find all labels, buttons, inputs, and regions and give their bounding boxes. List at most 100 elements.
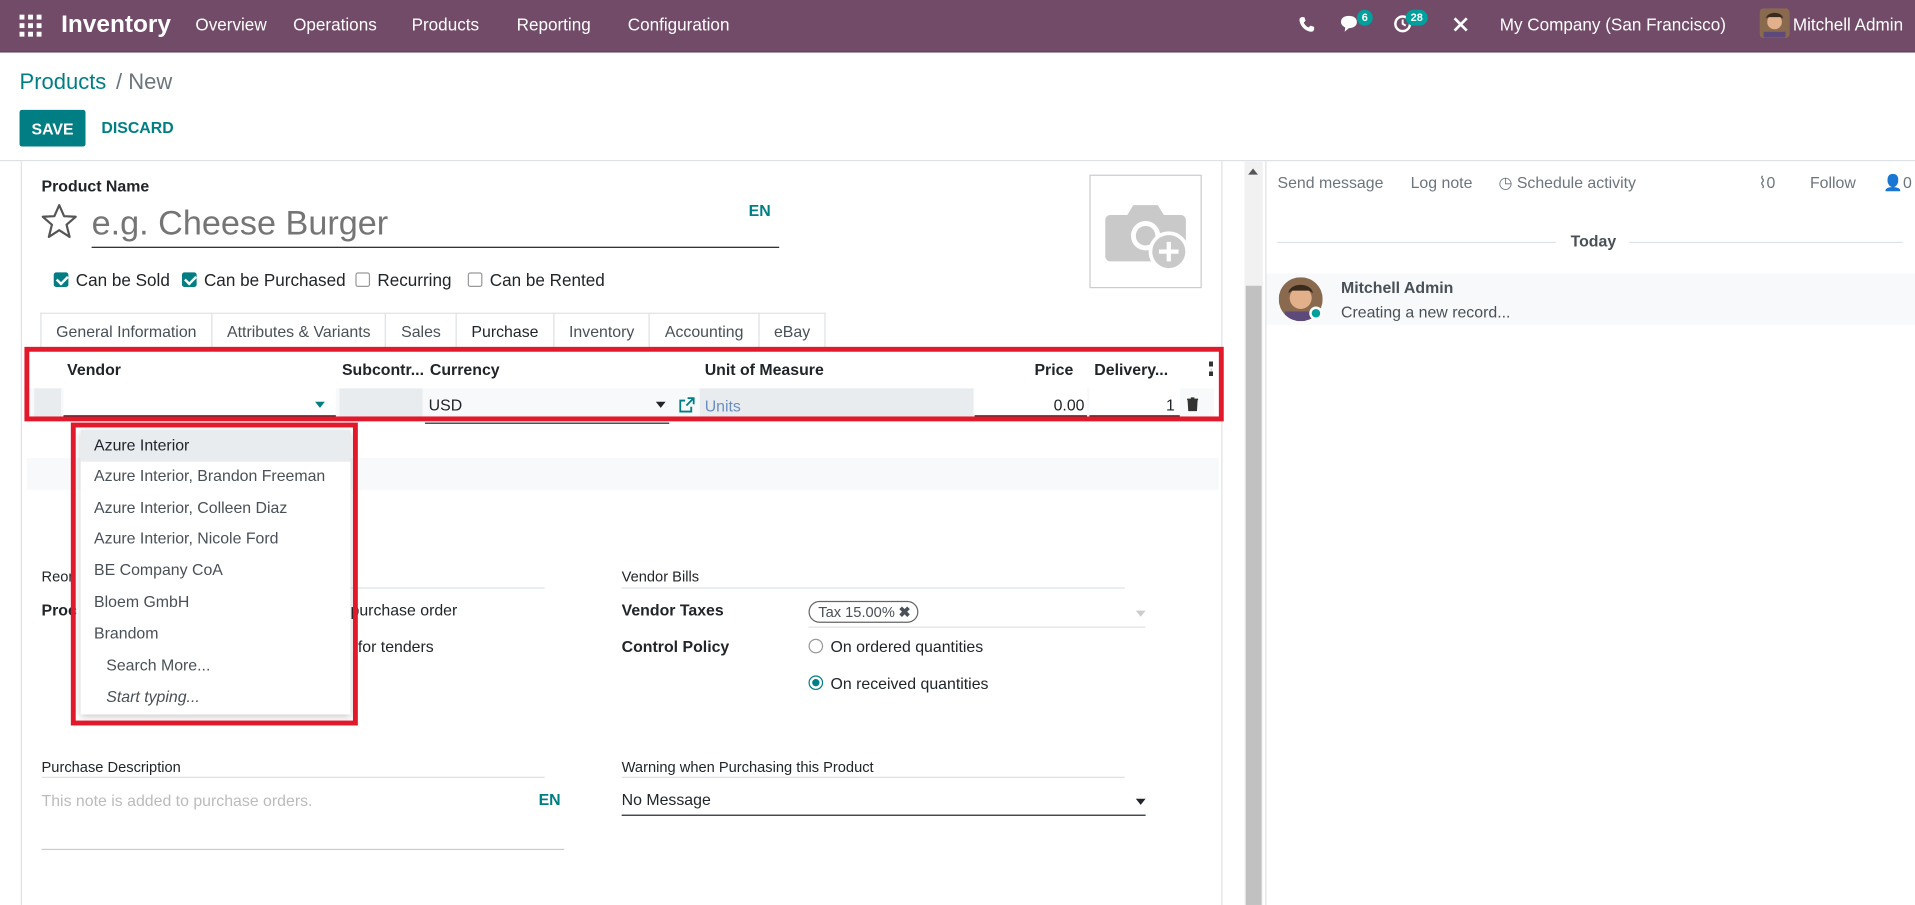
purchase-description-separator [41, 776, 545, 778]
purchase-warning-value: No Message [621, 790, 711, 809]
reordering-separator [349, 587, 545, 589]
tab-inventory[interactable]: Inventory [553, 312, 651, 349]
user-avatar[interactable] [1759, 8, 1790, 38]
tab-sales[interactable]: Sales [385, 312, 457, 349]
control-policy-ordered[interactable]: On ordered quantities [808, 637, 984, 656]
user-name[interactable]: Mitchell Admin [1793, 15, 1903, 35]
favorite-star-icon[interactable] [40, 203, 78, 240]
form-scrollbar[interactable] [1244, 161, 1263, 905]
scroll-thumb[interactable] [1245, 285, 1262, 905]
checkbox-label: Can be Purchased [203, 269, 346, 290]
product-name-input[interactable] [91, 199, 780, 248]
online-status-icon [1309, 306, 1323, 320]
user-icon: 👤 [1883, 173, 1904, 192]
vendor-taxes-field[interactable]: Tax 15.00% ✖ [808, 600, 1146, 628]
checkbox-can-be-purchased[interactable]: Can be Purchased [181, 269, 346, 290]
purchase-description-placeholder: This note is added to purchase orders. [41, 791, 313, 810]
vendor-table-highlight [24, 346, 1224, 422]
taxes-dropdown-arrow-icon[interactable] [1135, 610, 1146, 617]
tab-purchase[interactable]: Purchase [455, 312, 555, 349]
tab-attributes-variants[interactable]: Attributes & Variants [211, 312, 387, 349]
menu-reporting[interactable]: Reporting [517, 15, 591, 35]
schedule-activity-label: Schedule activity [1516, 173, 1636, 192]
tab-accounting[interactable]: Accounting [648, 312, 760, 349]
product-name-label: Product Name [41, 177, 150, 196]
tax-tag-label: Tax 15.00% [818, 603, 895, 621]
reordering-option-purchase-order[interactable]: purchase order [351, 601, 458, 619]
purchase-description-lang-button[interactable]: EN [539, 790, 561, 808]
checkbox-recurring[interactable]: Recurring [355, 269, 452, 290]
checkbox-label: Recurring [377, 269, 452, 290]
purchase-description-label: Purchase Description [41, 758, 181, 776]
reordering-section-label: Reor [41, 567, 74, 586]
follow-button[interactable]: Follow [1810, 173, 1856, 191]
control-policy-label: Control Policy [621, 637, 730, 656]
checkbox-can-be-sold[interactable]: Can be Sold [53, 270, 170, 289]
purchase-warning-select[interactable]: No Message [621, 790, 1146, 816]
menu-overview[interactable]: Overview [195, 15, 266, 35]
attachments-count: 0 [1766, 173, 1776, 192]
checkbox-can-be-rented[interactable]: Can be Rented [467, 269, 605, 290]
messages-indicator[interactable]: 6 [1340, 9, 1373, 39]
breadcrumb-current-label: New [128, 69, 173, 95]
company-switcher[interactable]: My Company (San Francisco) [1500, 15, 1726, 35]
menu-configuration[interactable]: Configuration [628, 15, 730, 35]
checkbox-mark[interactable] [53, 272, 69, 288]
vendor-bills-separator [621, 587, 1125, 589]
activities-badge: 28 [1405, 9, 1428, 26]
camera-add-icon [1105, 205, 1189, 272]
log-note-button[interactable]: Log note [1411, 173, 1473, 191]
breadcrumb-current: / New [116, 70, 172, 96]
app-name[interactable]: Inventory [61, 11, 171, 39]
discard-button[interactable]: DISCARD [101, 118, 173, 136]
messages-badge: 6 [1356, 9, 1373, 26]
control-policy-received[interactable]: On received quantities [808, 674, 989, 693]
reordering-option-tenders[interactable]: for tenders [358, 638, 434, 656]
radio-label: On received quantities [830, 674, 989, 693]
purchase-warning-label: Warning when Purchasing this Product [621, 758, 874, 776]
remove-tag-icon[interactable]: ✖ [898, 602, 910, 622]
phone-icon[interactable] [1298, 16, 1315, 33]
purchase-description-input[interactable]: This note is added to purchase orders. [41, 791, 565, 851]
menu-products[interactable]: Products [412, 15, 479, 35]
product-name-lang-button[interactable]: EN [749, 202, 771, 220]
schedule-activity-button[interactable]: ◷ Schedule activity [1499, 173, 1636, 193]
checkbox-mark[interactable] [181, 272, 197, 288]
followers-count: 0 [1903, 173, 1912, 192]
top-navbar: Inventory Overview Operations Products R… [0, 0, 1915, 53]
vendor-bills-label: Vendor Bills [621, 567, 700, 586]
radio-button[interactable] [808, 675, 824, 691]
tab-general-information[interactable]: General Information [40, 312, 213, 349]
checkbox-mark[interactable] [467, 272, 483, 288]
scroll-up-arrow-icon[interactable] [1248, 168, 1258, 175]
dropdown-highlight [70, 422, 358, 726]
purchase-warning-separator [621, 776, 1125, 778]
breadcrumb-parent[interactable]: Products [20, 70, 107, 96]
followers-button[interactable]: 👤0 [1883, 173, 1912, 193]
date-separator-line [1277, 241, 1556, 244]
message-author[interactable]: Mitchell Admin [1341, 278, 1453, 296]
app-menu-icon[interactable] [19, 14, 42, 37]
date-separator-line [1629, 241, 1903, 244]
checkbox-mark[interactable] [355, 272, 371, 288]
date-separator: Today [1570, 232, 1617, 251]
message-body: Creating a new record... [1340, 302, 1511, 322]
activities-indicator[interactable]: 28 [1394, 9, 1428, 39]
checkbox-label: Can be Rented [489, 269, 605, 290]
radio-button[interactable] [808, 638, 824, 654]
tax-tag: Tax 15.00% ✖ [808, 600, 919, 623]
warning-dropdown-arrow-icon[interactable] [1135, 798, 1146, 805]
notebook-tabs: General Information Attributes & Variant… [40, 312, 827, 349]
tab-ebay[interactable]: eBay [758, 312, 827, 349]
radio-label: On ordered quantities [830, 637, 984, 656]
save-button[interactable]: SAVE [19, 109, 86, 147]
user-photo-icon [1759, 8, 1790, 38]
debug-tools-icon[interactable] [1452, 16, 1469, 33]
breadcrumb-separator: / [116, 69, 123, 95]
clock-icon: ◷ [1498, 173, 1513, 192]
attachments-button[interactable]: ⌇0 [1759, 173, 1776, 193]
send-message-button[interactable]: Send message [1277, 173, 1383, 191]
menu-operations[interactable]: Operations [293, 15, 377, 35]
vendor-taxes-label: Vendor Taxes [621, 600, 724, 620]
product-image-uploader[interactable] [1089, 174, 1202, 289]
